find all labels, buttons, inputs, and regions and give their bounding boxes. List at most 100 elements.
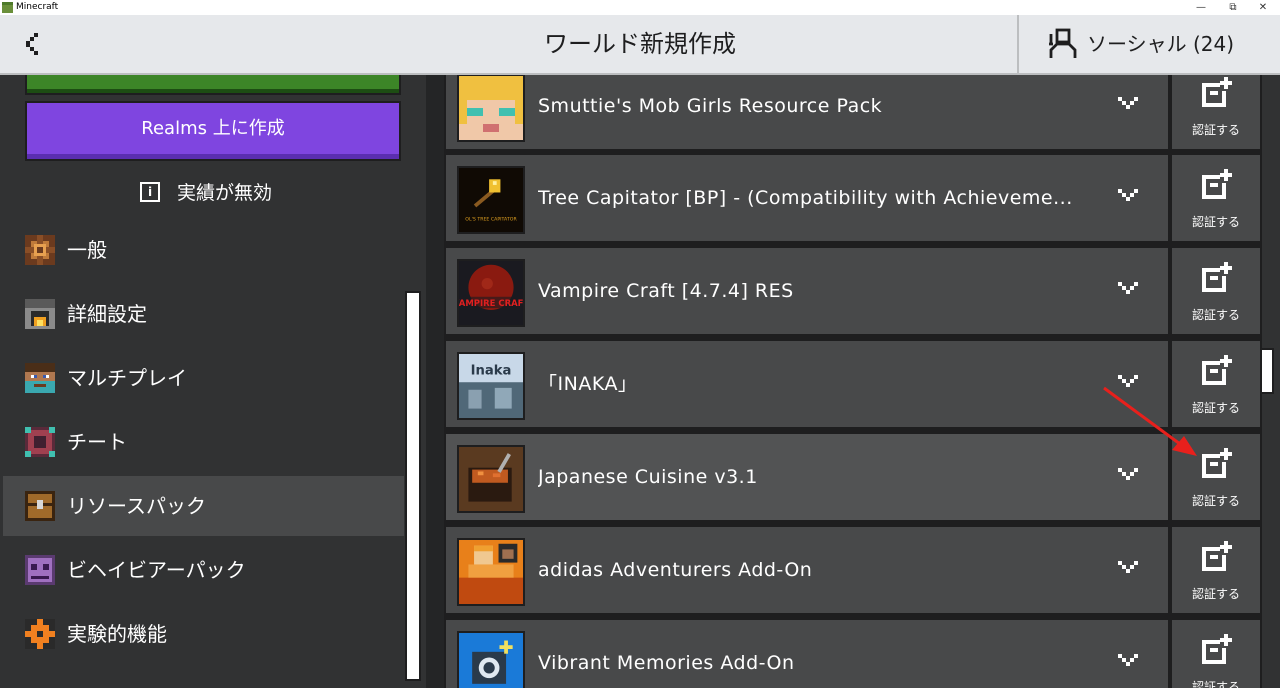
add-pack-icon (1202, 448, 1232, 478)
pack-row[interactable]: VAMPIRE CRAFT Vampire Craft [4.7.4] RES … (444, 246, 1262, 336)
social-button[interactable]: ソーシャル (24) (1019, 15, 1280, 73)
pack-thumbnail (457, 75, 525, 142)
authenticate-label: 認証する (1191, 123, 1240, 137)
pack-main[interactable]: Japanese Cuisine v3.1 (444, 432, 1170, 522)
chevron-down-icon[interactable] (1118, 375, 1138, 387)
close-window-button[interactable]: ✕ (1248, 0, 1278, 15)
gear-block-icon (25, 235, 55, 265)
settings-sidebar: Realms 上に作成 i 実績が無効 一般 詳細設定 マルチプレイ チート リ… (0, 75, 426, 688)
pack-thumbnail (457, 445, 525, 513)
add-pack-icon (1202, 169, 1232, 199)
authenticate-label: 認証する (1191, 680, 1240, 688)
authenticate-label: 認証する (1191, 587, 1240, 601)
create-button[interactable] (25, 75, 401, 95)
svg-text:OL'S TREE CAPITATOR: OL'S TREE CAPITATOR (465, 217, 517, 223)
pack-row[interactable]: Japanese Cuisine v3.1 認証する (444, 432, 1262, 522)
pack-thumbnail: VAMPIRE CRAFT (457, 259, 525, 327)
chevron-down-icon[interactable] (1118, 97, 1138, 109)
minecraft-app-icon (2, 2, 13, 13)
authenticate-button[interactable]: 認証する (1170, 618, 1262, 688)
authenticate-button[interactable]: 認証する (1170, 432, 1262, 522)
chevron-down-icon[interactable] (1118, 561, 1138, 573)
pack-row[interactable]: Vibrant Memories Add-On 認証する (444, 618, 1262, 688)
pack-name: Vampire Craft [4.7.4] RES (538, 280, 794, 302)
info-icon: i (140, 182, 160, 202)
nav-item-advanced[interactable]: 詳細設定 (3, 284, 404, 344)
pack-name: Tree Capitator [BP] - (Compatibility wit… (538, 187, 1073, 209)
chevron-down-icon[interactable] (1118, 282, 1138, 294)
nav-label: 実験的機能 (67, 622, 167, 646)
authenticate-button[interactable]: 認証する (1170, 75, 1262, 151)
pack-row[interactable]: Inaka 「INAKA」 認証する (444, 339, 1262, 429)
restore-button[interactable]: ⧉ (1218, 0, 1248, 15)
chevron-left-icon (26, 33, 38, 55)
authenticate-label: 認証する (1191, 215, 1240, 229)
window-titlebar: Minecraft — ⧉ ✕ (0, 0, 1280, 15)
achievements-disabled-text: 実績が無効 (177, 182, 273, 204)
authenticate-button[interactable]: 認証する (1170, 339, 1262, 429)
nav-label: 詳細設定 (67, 302, 147, 326)
pack-thumbnail: OL'S TREE CAPITATOR (457, 166, 525, 234)
nav-item-multiplayer[interactable]: マルチプレイ (3, 348, 404, 408)
nav-item-cheats[interactable]: チート (3, 412, 404, 472)
pack-name: 「INAKA」 (538, 373, 638, 395)
pack-main[interactable]: Smuttie's Mob Girls Resource Pack (444, 75, 1170, 151)
pack-row[interactable]: adidas Adventurers Add-On 認証する (444, 525, 1262, 615)
add-pack-icon (1202, 634, 1232, 664)
panel-divider (426, 75, 444, 688)
nav-label: チート (67, 430, 127, 454)
back-button[interactable] (0, 15, 60, 73)
create-on-realms-button[interactable]: Realms 上に作成 (25, 101, 401, 161)
pack-row[interactable]: Smuttie's Mob Girls Resource Pack 認証する (444, 75, 1262, 151)
pack-row[interactable]: OL'S TREE CAPITATOR Tree Capitator [BP] … (444, 153, 1262, 243)
pack-name: Smuttie's Mob Girls Resource Pack (538, 95, 883, 117)
add-pack-icon (1202, 77, 1232, 107)
add-pack-icon (1202, 541, 1232, 571)
authenticate-button[interactable]: 認証する (1170, 153, 1262, 243)
window-title: Minecraft (16, 2, 59, 12)
chevron-down-icon[interactable] (1118, 654, 1138, 666)
add-pack-icon (1202, 262, 1232, 292)
sidebar-scrollbar-thumb[interactable] (405, 291, 421, 681)
pack-thumbnail: Inaka (457, 352, 525, 420)
social-label: ソーシャル (24) (1087, 32, 1235, 56)
pack-thumbnail (457, 631, 525, 688)
authenticate-label: 認証する (1191, 494, 1240, 508)
pack-main[interactable]: OL'S TREE CAPITATOR Tree Capitator [BP] … (444, 153, 1170, 243)
nav-item-experiments[interactable]: 実験的機能 (3, 604, 404, 664)
chevron-down-icon[interactable] (1118, 189, 1138, 201)
authenticate-button[interactable]: 認証する (1170, 525, 1262, 615)
behavior-icon (25, 555, 55, 585)
player-head-icon (25, 363, 55, 393)
people-icon (1049, 28, 1077, 58)
authenticate-label: 認証する (1191, 308, 1240, 322)
nav-item-resource-packs[interactable]: リソースパック (3, 476, 404, 536)
authenticate-label: 認証する (1191, 401, 1240, 415)
nav-item-behavior-packs[interactable]: ビヘイビアーパック (3, 540, 404, 600)
experiment-icon (25, 619, 55, 649)
pack-list-scrollbar-thumb[interactable] (1260, 348, 1274, 394)
realms-button-label: Realms 上に作成 (141, 118, 285, 139)
add-pack-icon (1202, 355, 1232, 385)
svg-text:Inaka: Inaka (471, 364, 512, 379)
pack-main[interactable]: VAMPIRE CRAFT Vampire Craft [4.7.4] RES (444, 246, 1170, 336)
nav-label: リソースパック (67, 494, 206, 518)
nav-label: マルチプレイ (67, 366, 187, 390)
authenticate-button[interactable]: 認証する (1170, 246, 1262, 336)
chevron-down-icon[interactable] (1118, 468, 1138, 480)
svg-text:VAMPIRE CRAFT: VAMPIRE CRAFT (457, 298, 525, 308)
chest-icon (25, 491, 55, 521)
pack-main[interactable]: adidas Adventurers Add-On (444, 525, 1170, 615)
furnace-icon (25, 299, 55, 329)
pack-main[interactable]: Vibrant Memories Add-On (444, 618, 1170, 688)
nav-item-general[interactable]: 一般 (3, 220, 404, 280)
pack-name: Vibrant Memories Add-On (538, 652, 795, 674)
command-block-icon (25, 427, 55, 457)
nav-label: 一般 (67, 238, 107, 262)
pack-name: adidas Adventurers Add-On (538, 559, 813, 581)
minimize-button[interactable]: — (1186, 0, 1216, 15)
resource-pack-list: Smuttie's Mob Girls Resource Pack 認証する O… (444, 75, 1262, 688)
pack-main[interactable]: Inaka 「INAKA」 (444, 339, 1170, 429)
pack-thumbnail (457, 538, 525, 606)
nav-label: ビヘイビアーパック (67, 558, 246, 582)
